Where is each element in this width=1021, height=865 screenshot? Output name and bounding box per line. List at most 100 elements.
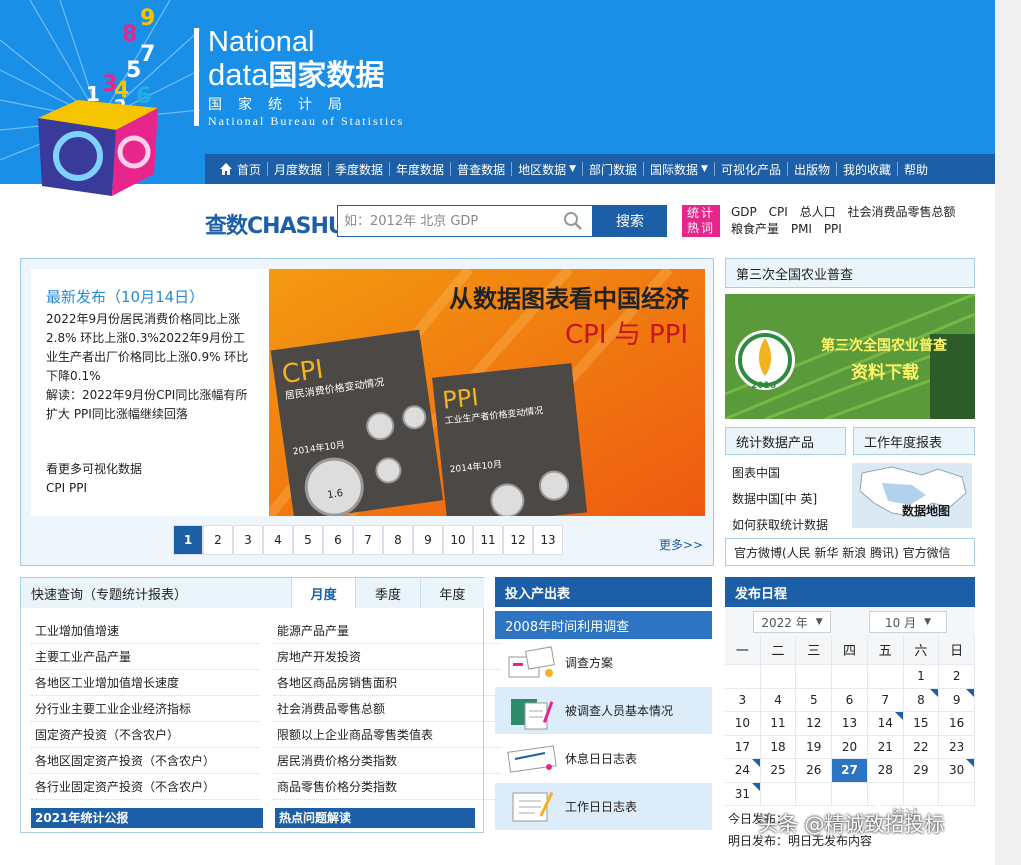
hot-word-link[interactable]: CPI — [769, 205, 788, 219]
calendar-day[interactable]: 31 — [725, 782, 761, 806]
calendar-day[interactable]: 7 — [867, 688, 904, 712]
agri-census-header[interactable]: 第三次全国农业普查 — [725, 258, 975, 288]
agri-census-banner[interactable]: 2016 第三次全国农业普查 资料下载 — [725, 294, 975, 419]
calendar-day[interactable]: 30 — [939, 759, 975, 783]
more-visualization-links[interactable]: CPI PPI — [46, 479, 142, 498]
search-input[interactable] — [338, 207, 562, 235]
calendar-day[interactable]: 5 — [796, 688, 833, 712]
calendar-day[interactable]: 8 — [903, 688, 940, 712]
calendar-day[interactable]: 9 — [939, 688, 975, 712]
page-button[interactable]: 6 — [323, 525, 353, 555]
quick-query-tab[interactable]: 季度 — [355, 578, 420, 608]
calendar-day[interactable]: 29 — [903, 759, 940, 783]
calendar-day[interactable]: 6 — [832, 688, 868, 712]
calendar-day[interactable]: 15 — [903, 712, 940, 736]
page-button[interactable]: 7 — [353, 525, 383, 555]
calendar-day[interactable]: 10 — [725, 712, 761, 736]
product-link[interactable]: 图表中国 — [732, 460, 828, 486]
calendar-day[interactable]: 23 — [939, 735, 975, 759]
time-survey-item[interactable]: 工作日日志表 — [495, 783, 712, 831]
search-button[interactable]: 搜索 — [593, 205, 667, 237]
hot-word-link[interactable]: 社会消费品零售总额 — [847, 205, 955, 219]
annual-report-header[interactable]: 工作年度报表 — [853, 427, 975, 455]
nav-item[interactable]: 普查数据 — [451, 161, 511, 178]
quick-query-link[interactable]: 固定资产投资（不含农户） — [31, 722, 259, 748]
page-button[interactable]: 12 — [503, 525, 533, 555]
feature-more-link[interactable]: 更多>> — [659, 536, 703, 553]
site-brand[interactable]: National data国家数据 国家统计局 National Bureau … — [208, 26, 404, 128]
cpi-ppi-banner[interactable]: 从数据图表看中国经济 CPI 与 PPI CPI 居民消费价格变动情况 2014… — [269, 269, 705, 516]
hot-word-link[interactable]: 粮食产量 — [731, 222, 779, 236]
quick-query-link[interactable]: 各行业固定资产投资（不含农户） — [31, 774, 259, 800]
page-button[interactable]: 2 — [203, 525, 233, 555]
quick-query-link[interactable]: 分行业主要工业企业经济指标 — [31, 696, 259, 722]
calendar-day[interactable]: 20 — [832, 735, 868, 759]
hot-word-link[interactable]: 总人口 — [800, 205, 836, 219]
nav-item[interactable]: 帮助 — [898, 161, 934, 178]
quick-query-link[interactable]: 居民消费价格分类指数 — [273, 748, 501, 774]
calendar-day[interactable]: 13 — [832, 712, 868, 736]
page-button[interactable]: 10 — [443, 525, 473, 555]
calendar-day[interactable]: 3 — [725, 688, 761, 712]
nav-item[interactable]: 可视化产品 — [715, 161, 787, 178]
hot-word-link[interactable]: GDP — [731, 205, 757, 219]
calendar-day[interactable]: 16 — [939, 712, 975, 736]
page-button[interactable]: 11 — [473, 525, 503, 555]
nav-item[interactable]: 部门数据 — [583, 161, 643, 178]
page-button[interactable]: 1 — [173, 525, 203, 555]
nav-item[interactable]: 首页 — [213, 161, 267, 178]
quick-query-link[interactable]: 各地区商品房销售面积 — [273, 670, 501, 696]
more-visualization-label[interactable]: 看更多可视化数据 — [46, 460, 142, 479]
year-select[interactable]: 2022 年 ▼ — [753, 611, 831, 633]
calendar-day[interactable]: 22 — [903, 735, 940, 759]
quick-query-link[interactable]: 主要工业产品产量 — [31, 644, 259, 670]
calendar-day[interactable]: 1 — [903, 665, 940, 689]
hot-word-link[interactable]: PMI — [791, 222, 812, 236]
calendar-day[interactable]: 14 — [867, 712, 904, 736]
nav-item[interactable]: 季度数据 — [329, 161, 389, 178]
calendar-day[interactable]: 25 — [760, 759, 797, 783]
product-link[interactable]: 如何获取统计数据 — [732, 512, 828, 538]
calendar-day[interactable]: 2 — [939, 665, 975, 689]
month-select[interactable]: 10 月 ▼ — [869, 611, 947, 633]
hot-word-link[interactable]: PPI — [824, 222, 842, 236]
calendar-day[interactable]: 11 — [760, 712, 797, 736]
calendar-day[interactable]: 17 — [725, 735, 761, 759]
statistical-bulletin-link[interactable]: 2021年统计公报 — [31, 808, 263, 828]
quick-query-link[interactable]: 房地产开发投资 — [273, 644, 501, 670]
page-button[interactable]: 4 — [263, 525, 293, 555]
calendar-day[interactable]: 26 — [796, 759, 833, 783]
quick-query-link[interactable]: 各地区固定资产投资（不含农户） — [31, 748, 259, 774]
calendar-day[interactable]: 27 — [832, 759, 868, 783]
quick-query-link[interactable]: 工业增加值增速 — [31, 618, 259, 644]
nav-item[interactable]: 我的收藏 — [837, 161, 897, 178]
quick-query-tab[interactable]: 月度 — [291, 578, 356, 608]
hot-topics-link[interactable]: 热点问题解读 — [275, 808, 475, 828]
products-header[interactable]: 统计数据产品 — [725, 427, 846, 455]
product-link[interactable]: 数据中国[中 英] — [732, 486, 828, 512]
time-survey-item[interactable]: 休息日日志表 — [495, 735, 712, 783]
quick-query-link[interactable]: 各地区工业增加值增长速度 — [31, 670, 259, 696]
nav-item[interactable]: 出版物 — [788, 161, 836, 178]
calendar-day[interactable]: 28 — [867, 759, 904, 783]
page-button[interactable]: 13 — [533, 525, 563, 555]
latest-release-title[interactable]: 最新发布（10月14日） — [46, 286, 204, 307]
page-button[interactable]: 8 — [383, 525, 413, 555]
nav-item[interactable]: 地区数据 ▼ — [512, 161, 582, 178]
time-survey-item[interactable]: 被调查人员基本情况 — [495, 687, 712, 735]
calendar-day[interactable]: 18 — [760, 735, 797, 759]
page-button[interactable]: 3 — [233, 525, 263, 555]
calendar-day[interactable]: 21 — [867, 735, 904, 759]
quick-query-link[interactable]: 社会消费品零售总额 — [273, 696, 501, 722]
official-weibo-links[interactable]: 官方微博(人民 新华 新浪 腾讯) 官方微信 — [725, 538, 975, 566]
calendar-day[interactable]: 24 — [725, 759, 761, 783]
time-survey-item[interactable]: 调查方案 — [495, 639, 712, 687]
calendar-day[interactable]: 4 — [760, 688, 797, 712]
io-table-header[interactable]: 投入产出表 — [495, 577, 712, 607]
nav-item[interactable]: 国际数据 ▼ — [644, 161, 714, 178]
search-icon[interactable] — [562, 210, 584, 232]
quick-query-link[interactable]: 限额以上企业商品零售类值表 — [273, 722, 501, 748]
quick-query-tab[interactable]: 年度 — [419, 578, 484, 608]
quick-query-link[interactable]: 能源产品产量 — [273, 618, 501, 644]
calendar-day[interactable]: 19 — [796, 735, 833, 759]
